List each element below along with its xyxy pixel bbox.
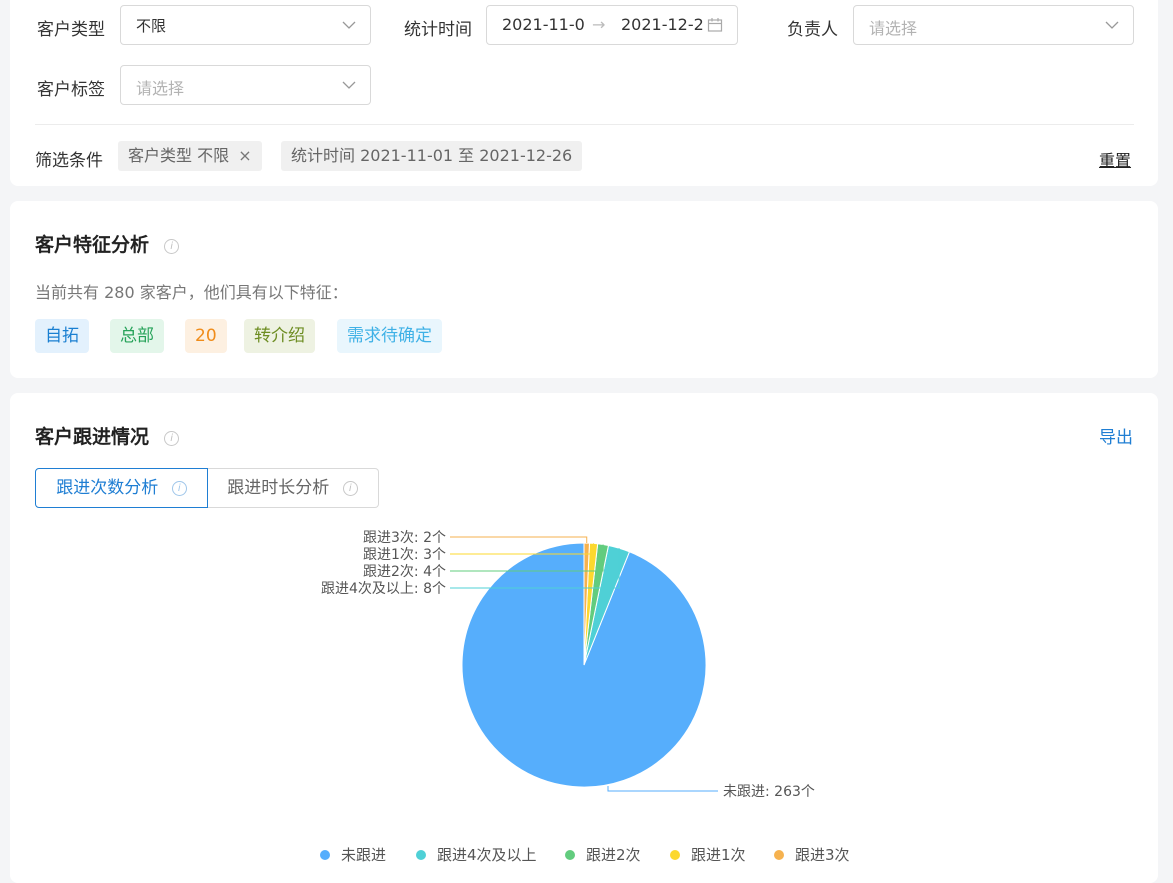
feature-tag: 20 (185, 319, 227, 353)
pie-data-label: 跟进2次: 4个 (363, 564, 446, 580)
legend-item[interactable]: 跟进2次 (565, 844, 641, 865)
customer-tag-select[interactable]: 请选择 (120, 65, 371, 105)
legend-item[interactable]: 跟进1次 (670, 844, 746, 865)
info-icon: i (171, 480, 187, 496)
date-start-value: 2021-11-0 (502, 15, 585, 34)
chevron-down-icon (342, 81, 356, 89)
tab-follow-duration[interactable]: 跟进时长分析 i (207, 468, 379, 508)
legend-dot (320, 849, 330, 860)
feature-summary: 当前共有 280 家客户，他们具有以下特征： (35, 283, 348, 302)
condition-tag-text: 客户类型 不限 (128, 146, 230, 165)
label-leader-line (607, 786, 718, 792)
customer-type-select[interactable]: 不限 (120, 5, 371, 45)
condition-tag-stat-time: 统计时间 2021-11-01 至 2021-12-26 (281, 141, 583, 171)
legend-label: 未跟进 (341, 846, 387, 864)
info-icon[interactable]: i (164, 431, 180, 446)
customer-tag-label: 客户标签 (37, 80, 105, 100)
info-icon[interactable]: i (164, 239, 180, 254)
legend-dot (565, 849, 575, 860)
label-leader-line (450, 536, 588, 544)
customer-feature-panel: 客户特征分析 i 当前共有 280 家客户，他们具有以下特征： 自拓 总部 20… (10, 201, 1158, 378)
owner-placeholder: 请选择 (869, 19, 918, 38)
date-range-picker[interactable]: 2021-11-0 → 2021-12-2 (486, 5, 738, 45)
date-end-value: 2021-12-2 (621, 15, 704, 34)
tab-label: 跟进次数分析 (56, 478, 159, 498)
feature-tag: 需求待确定 (337, 319, 442, 353)
feature-title-row: 客户特征分析 i (35, 230, 180, 257)
legend-label: 跟进3次 (795, 846, 850, 864)
legend-item[interactable]: 跟进4次及以上 (416, 844, 537, 865)
customer-tag-placeholder: 请选择 (136, 79, 185, 98)
tab-follow-count[interactable]: 跟进次数分析 i (35, 468, 208, 508)
legend-label: 跟进1次 (691, 846, 746, 864)
followup-pie-chart: 跟进3次: 2个跟进1次: 3个跟进2次: 4个跟进4次及以上: 8个未跟进: … (321, 530, 815, 800)
legend-item[interactable]: 未跟进 (320, 844, 386, 865)
stat-time-label: 统计时间 (404, 20, 472, 40)
legend-item[interactable]: 跟进3次 (774, 844, 850, 865)
filter-conditions-label: 筛选条件 (35, 151, 103, 171)
customer-type-label: 客户类型 (37, 20, 105, 40)
filter-panel: 客户类型 不限 统计时间 2021-11-0 → 2021-12-2 负责人 请… (10, 0, 1158, 186)
info-icon: i (342, 480, 358, 496)
legend-dot (670, 849, 680, 860)
condition-tag-text: 统计时间 2021-11-01 至 2021-12-26 (291, 146, 573, 165)
date-separator: → (592, 15, 606, 34)
pie-data-label: 跟进4次及以上: 8个 (321, 581, 446, 597)
calendar-icon (707, 18, 723, 32)
owner-select[interactable]: 请选择 (853, 5, 1134, 45)
legend-label: 跟进2次 (586, 846, 641, 864)
reset-link[interactable]: 重置 (1099, 147, 1131, 171)
followup-title-row: 客户跟进情况 i (35, 422, 180, 449)
feature-tag: 总部 (110, 319, 164, 353)
close-icon[interactable]: × (238, 146, 251, 165)
legend-dot (774, 849, 784, 860)
chevron-down-icon (1105, 21, 1119, 29)
feature-tag: 自拓 (35, 319, 89, 353)
feature-tag: 转介绍 (244, 319, 315, 353)
legend-label: 跟进4次及以上 (437, 846, 537, 864)
pie-data-label: 未跟进: 263个 (723, 784, 815, 800)
chevron-down-icon (342, 21, 356, 29)
pie-data-label: 跟进1次: 3个 (363, 547, 446, 563)
section-title: 客户跟进情况 (35, 426, 150, 448)
tab-label: 跟进时长分析 (227, 478, 330, 498)
divider (35, 124, 1134, 125)
export-link[interactable]: 导出 (1099, 423, 1133, 448)
section-title: 客户特征分析 (35, 234, 150, 256)
condition-tag-customer-type: 客户类型 不限 × (118, 141, 262, 171)
pie-data-label: 跟进3次: 2个 (363, 530, 446, 546)
owner-label: 负责人 (787, 20, 838, 40)
legend-dot (416, 849, 426, 860)
customer-type-value: 不限 (136, 17, 167, 35)
customer-followup-panel: 客户跟进情况 i 导出 跟进次数分析 i 跟进时长分析 i 跟进3次: 2个 跟进… (10, 393, 1158, 883)
